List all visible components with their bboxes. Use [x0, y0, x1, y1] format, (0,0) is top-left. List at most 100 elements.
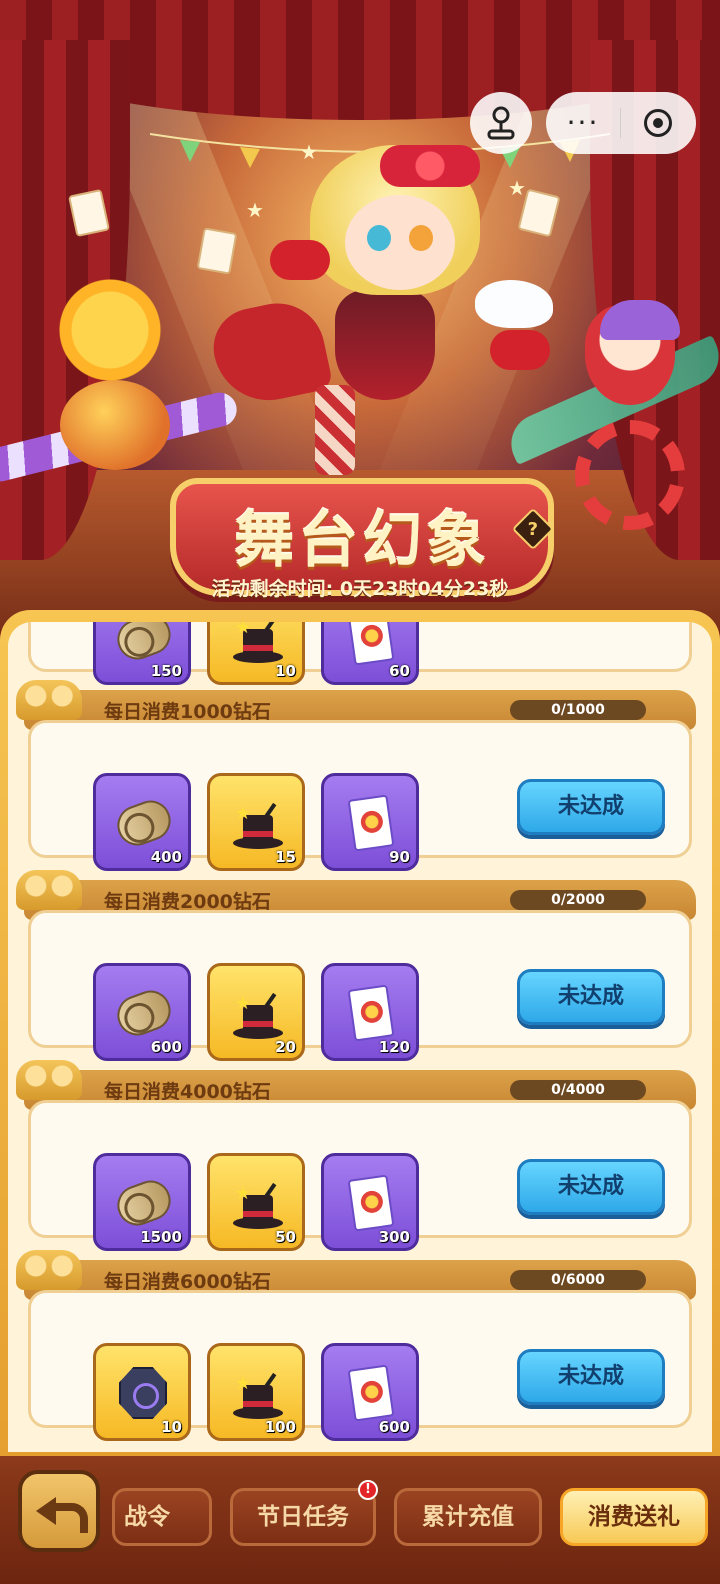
reward-item[interactable]: ★ 100 [207, 1343, 305, 1441]
joker-card-icon [339, 622, 401, 667]
reward-item[interactable]: 150 [93, 622, 191, 685]
glove [490, 330, 550, 370]
eye [367, 225, 391, 251]
reward-item[interactable]: ★ 10 [207, 622, 305, 685]
character-body [335, 290, 435, 400]
eye [409, 225, 433, 251]
reward-qty: 150 [150, 662, 182, 680]
target-icon [644, 109, 672, 137]
task-status-button[interactable]: 未达成 [517, 969, 665, 1025]
reward-item[interactable]: ★ 20 [207, 963, 305, 1061]
reward-qty: 10 [161, 1418, 182, 1436]
reward-qty: 60 [389, 662, 410, 680]
task-progress: 0/1000 [510, 700, 646, 720]
scroll-icon [111, 791, 177, 853]
reward-list: 150 ★ 10 60 [93, 622, 419, 685]
jester-hat-icon [16, 1060, 82, 1100]
event-timer: 活动剩余时间: 0天23时04分23秒 [211, 578, 509, 600]
task-status-button[interactable]: 未达成 [517, 1159, 665, 1215]
close-button[interactable] [621, 109, 695, 137]
reward-qty: 600 [378, 1418, 410, 1436]
more-icon[interactable]: ··· [546, 109, 620, 137]
reward-item[interactable]: 400 [93, 773, 191, 871]
back-arrow-icon [36, 1493, 88, 1533]
joker-card-icon [339, 791, 401, 853]
jester-hat-icon [16, 680, 82, 720]
character-face [345, 195, 455, 290]
character-bow [380, 145, 480, 187]
candy-ring [575, 420, 685, 530]
task-list[interactable]: 150 ★ 10 60 每日消费1000钻石 0/1000 400 ★ 15 9… [8, 622, 712, 1452]
scroll-icon [111, 622, 177, 667]
task-panel: 150 ★ 10 60 每日消费1000钻石 0/1000 400 ★ 15 9… [0, 610, 720, 1456]
task-progress: 0/6000 [510, 1270, 646, 1290]
dove [475, 280, 553, 328]
task-card: 150 ★ 10 60 [24, 622, 696, 685]
back-button[interactable] [18, 1470, 100, 1552]
joystick-button[interactable] [470, 92, 532, 154]
reward-item[interactable]: 120 [321, 963, 419, 1061]
scroll-icon [111, 1171, 177, 1233]
joker-card-icon [339, 1361, 401, 1423]
reward-list: 10 ★ 100 600 [93, 1343, 419, 1441]
tab-cumulative-recharge[interactable]: 累计充值 [394, 1488, 542, 1546]
reward-item[interactable]: ★ 15 [207, 773, 305, 871]
rune-coin-icon [111, 1361, 173, 1423]
task-body: 150 ★ 10 60 [28, 622, 692, 685]
reward-item[interactable]: 10 [93, 1343, 191, 1441]
task-progress: 0/4000 [510, 1080, 646, 1100]
task-body: 600 ★ 20 120 未达成 [28, 910, 692, 1061]
reward-list: 600 ★ 20 120 [93, 963, 419, 1061]
reward-item[interactable]: 60 [321, 622, 419, 685]
jester-hat-icon [16, 870, 82, 910]
tab-spending-gift[interactable]: 消费送礼 [560, 1488, 708, 1546]
jester-hat-icon [16, 1250, 82, 1290]
reward-list: 400 ★ 15 90 [93, 773, 419, 871]
reward-qty: 50 [275, 1228, 296, 1246]
task-progress: 0/2000 [510, 890, 646, 910]
reward-qty: 100 [264, 1418, 296, 1436]
page-title: 舞台幻象 [234, 506, 490, 576]
circus-ball [60, 380, 170, 470]
reward-item[interactable]: ★ 50 [207, 1153, 305, 1251]
reward-qty: 90 [389, 848, 410, 866]
reward-qty: 120 [378, 1038, 410, 1056]
reward-item[interactable]: 1500 [93, 1153, 191, 1251]
glove [270, 240, 330, 280]
task-card: 每日消费2000钻石 0/2000 600 ★ 20 120 未达成 [16, 870, 696, 1061]
joker-card-icon [339, 981, 401, 1043]
reward-qty: 1500 [140, 1228, 182, 1246]
task-card: 每日消费1000钻石 0/1000 400 ★ 15 90 未达成 [16, 680, 696, 871]
reward-qty: 15 [275, 848, 296, 866]
reward-qty: 20 [275, 1038, 296, 1056]
playing-card [196, 227, 238, 275]
star-icon: ★ [300, 140, 318, 164]
reward-qty: 10 [275, 662, 296, 680]
notification-badge: ! [358, 1480, 378, 1500]
joker-card-icon [339, 1171, 401, 1233]
reward-qty: 400 [150, 848, 182, 866]
task-body: 10 ★ 100 600 未达成 [28, 1290, 692, 1441]
task-body: 1500 ★ 50 300 未达成 [28, 1100, 692, 1251]
task-status-button[interactable]: 未达成 [517, 779, 665, 835]
reward-list: 1500 ★ 50 300 [93, 1153, 419, 1251]
joystick-icon [487, 106, 515, 140]
reward-item[interactable]: 90 [321, 773, 419, 871]
star-icon: ★ [508, 176, 526, 200]
task-card: 每日消费4000钻石 0/4000 1500 ★ 50 300 未达成 [16, 1060, 696, 1251]
reward-item[interactable]: 600 [321, 1343, 419, 1441]
sunflower-character [55, 275, 165, 385]
tab-festival-tasks[interactable]: 节日任务 [230, 1488, 376, 1546]
scroll-icon [111, 981, 177, 1043]
character-leg [315, 385, 355, 475]
task-body: 400 ★ 15 90 未达成 [28, 720, 692, 871]
task-status-button[interactable]: 未达成 [517, 1349, 665, 1405]
reward-item[interactable]: 600 [93, 963, 191, 1061]
reward-item[interactable]: 300 [321, 1153, 419, 1251]
tab-battle-pass[interactable]: 战令 [112, 1488, 212, 1546]
reward-qty: 600 [150, 1038, 182, 1056]
mini-program-capsule: ··· [546, 92, 696, 154]
task-card: 每日消费6000钻石 0/6000 10 ★ 100 600 未达成 [16, 1250, 696, 1441]
star-icon: ★ [246, 198, 264, 222]
reward-qty: 300 [378, 1228, 410, 1246]
